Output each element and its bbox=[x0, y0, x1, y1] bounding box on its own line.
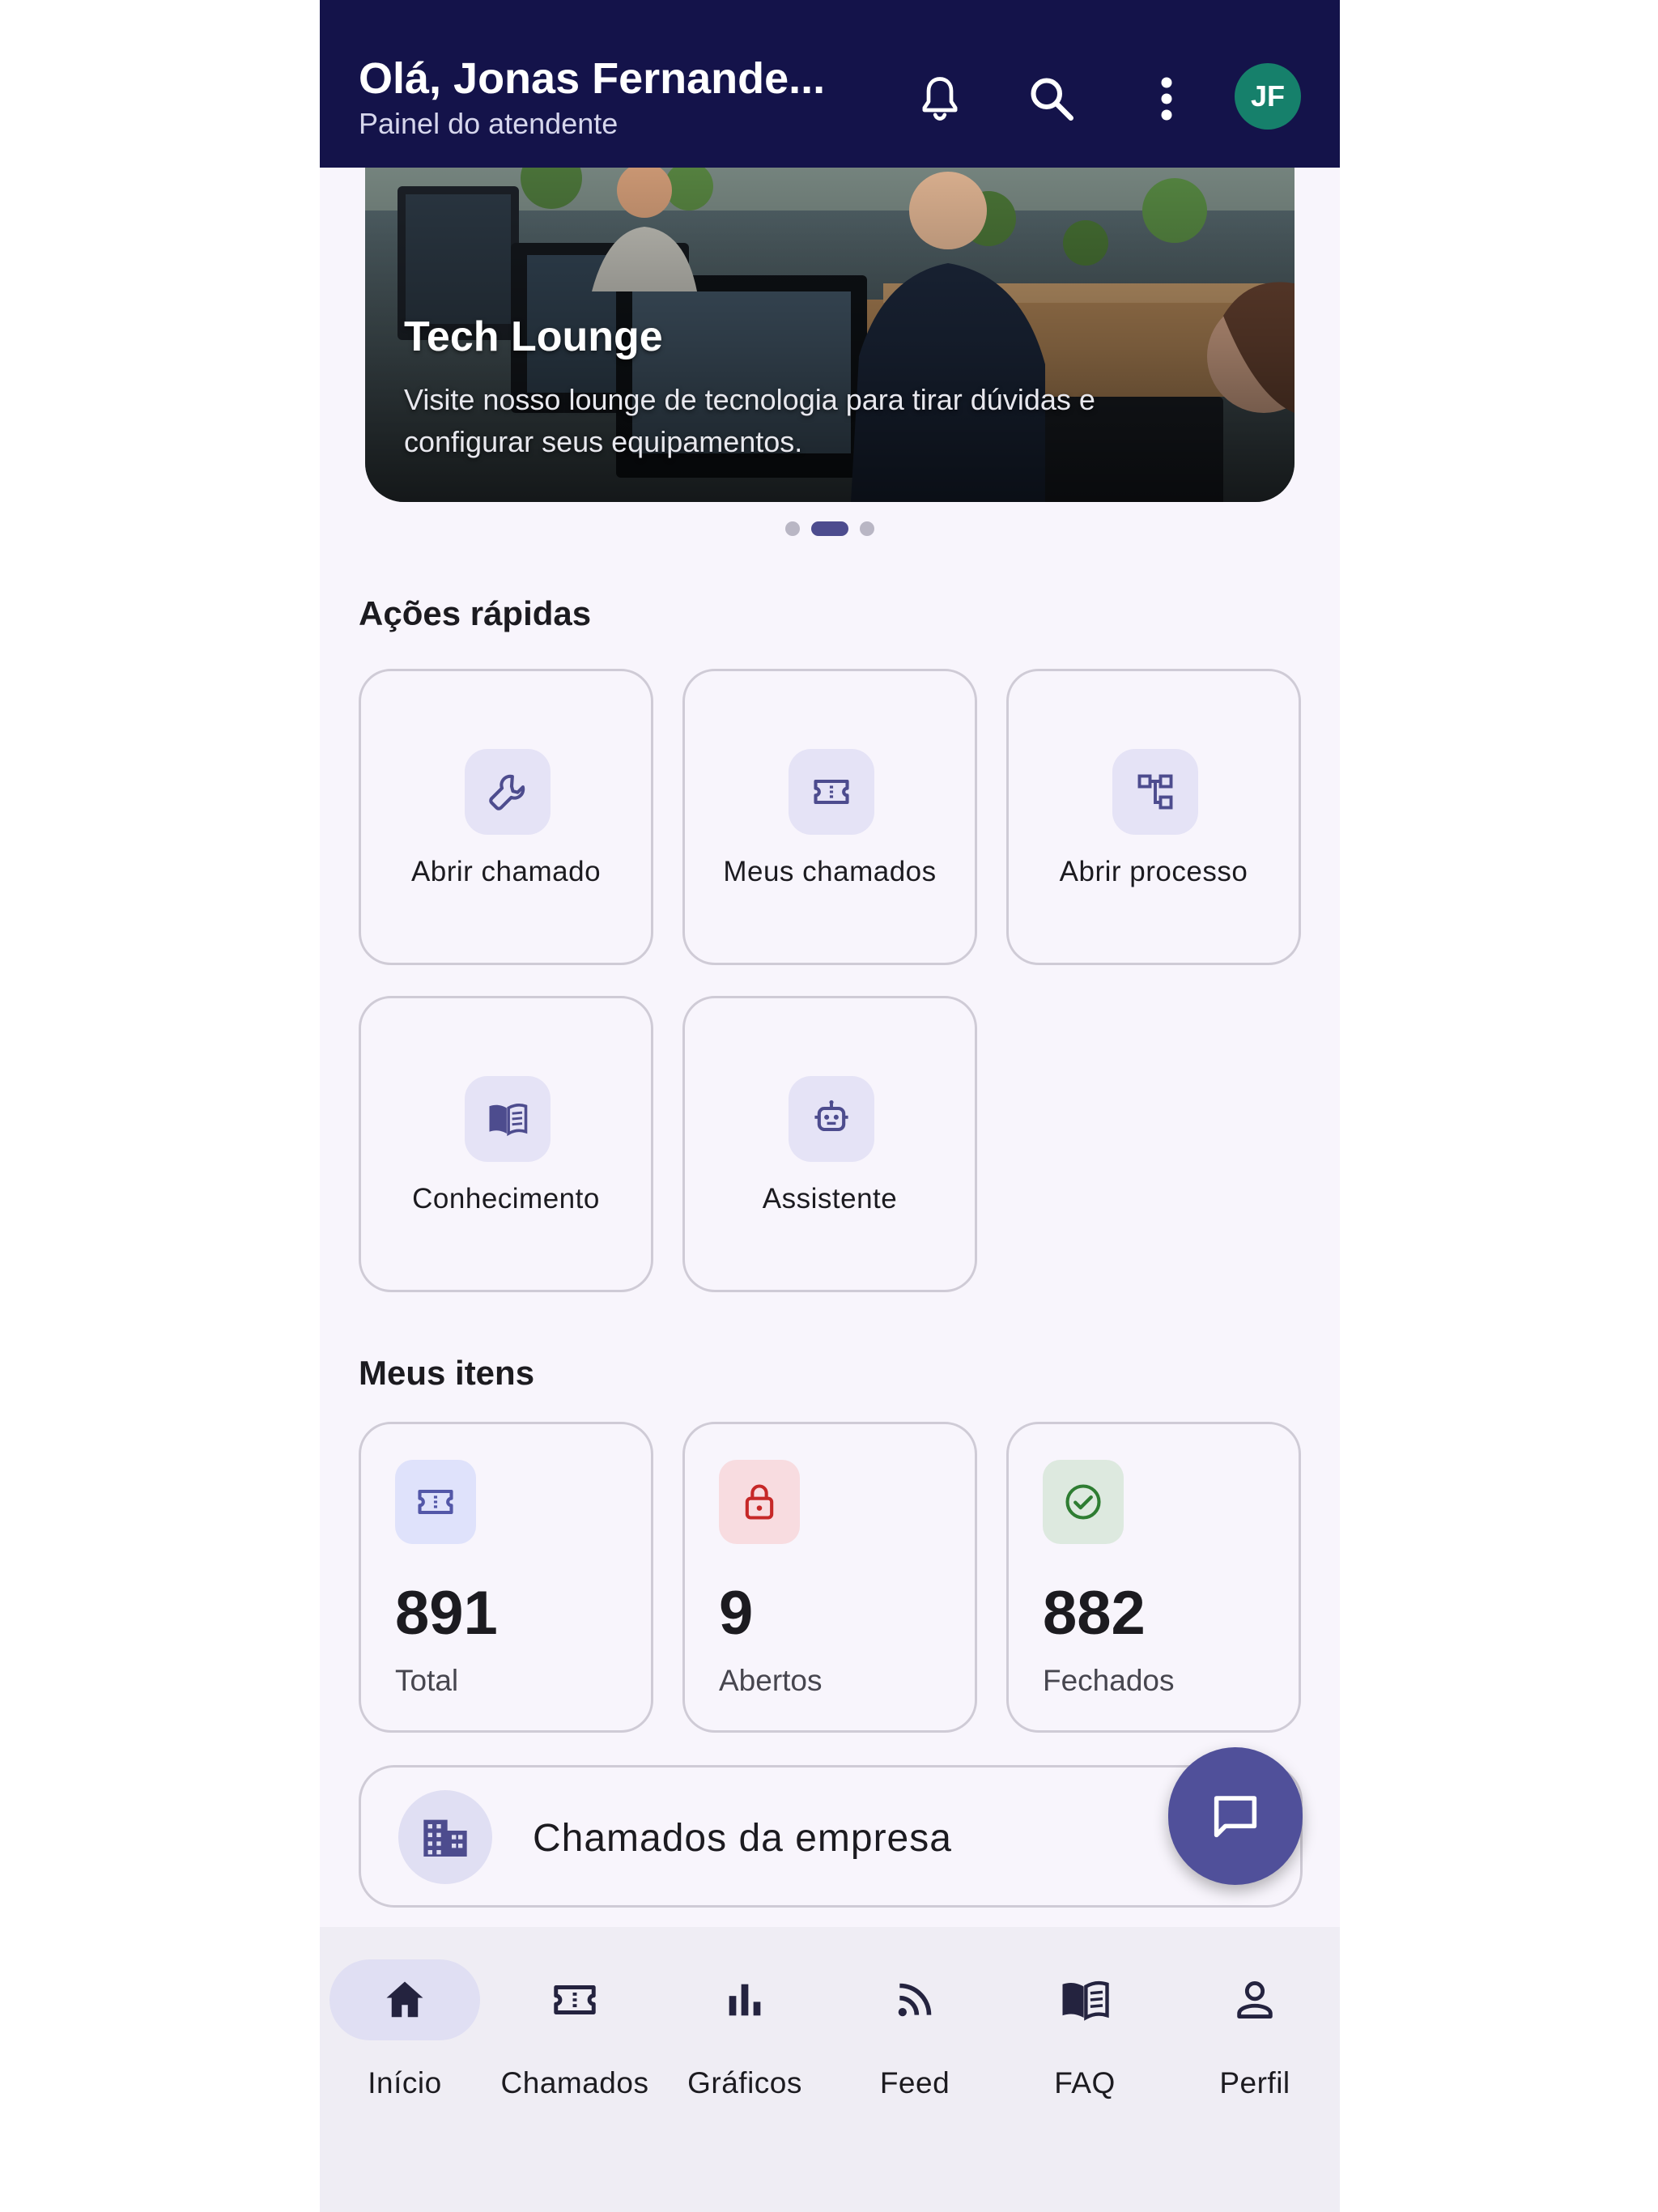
tile-label: Abrir processo bbox=[1059, 856, 1248, 887]
tile-icon-bg bbox=[789, 1076, 874, 1162]
nav-label: FAQ bbox=[1054, 2066, 1116, 2099]
nav-label: Feed bbox=[879, 2066, 950, 2099]
bottom-navigation: Início Chamados Gráficos Feed FAQ Perfil bbox=[320, 1927, 1340, 2212]
nav-item-home[interactable]: Início bbox=[320, 1959, 490, 2121]
workflow-icon bbox=[1137, 774, 1173, 810]
banner-text: Visite nosso lounge de tecnologia para t… bbox=[404, 383, 1095, 458]
knowledge-button[interactable]: Conhecimento bbox=[359, 996, 653, 1292]
lock-open-icon bbox=[745, 1484, 774, 1520]
greeting-subtitle: Painel do atendente bbox=[359, 107, 619, 140]
stat-label: Total bbox=[395, 1664, 459, 1697]
avatar[interactable]: JF bbox=[1235, 63, 1301, 130]
nav-item-profile[interactable]: Perfil bbox=[1170, 1959, 1340, 2121]
more-vert-icon bbox=[1161, 77, 1172, 121]
stat-card-open[interactable]: 9 Abertos bbox=[682, 1422, 977, 1733]
company-icon-bg bbox=[398, 1790, 492, 1884]
my-items-title: Meus itens bbox=[359, 1354, 535, 1392]
stat-icon-bg bbox=[719, 1460, 800, 1544]
tile-label: Assistente bbox=[762, 1183, 898, 1214]
nav-item-charts[interactable]: Gráficos bbox=[660, 1959, 830, 2121]
nav-item-faq[interactable]: FAQ bbox=[1000, 1959, 1170, 2121]
tile-icon-bg bbox=[465, 1076, 551, 1162]
tile-label: Conhecimento bbox=[412, 1183, 600, 1214]
assistant-button[interactable]: Assistente bbox=[682, 996, 977, 1292]
tile-icon-bg bbox=[1112, 749, 1198, 835]
stat-icon-bg bbox=[1043, 1460, 1124, 1544]
stat-card-closed[interactable]: 882 Fechados bbox=[1006, 1422, 1301, 1733]
chat-fab[interactable] bbox=[1168, 1747, 1303, 1885]
stat-value: 891 bbox=[395, 1579, 498, 1648]
nav-label: Gráficos bbox=[687, 2066, 802, 2099]
carousel-dot-active[interactable] bbox=[811, 521, 848, 536]
tile-label: Abrir chamado bbox=[410, 856, 602, 887]
chat-icon bbox=[1214, 1796, 1257, 1838]
banner-card[interactable]: Tech Lounge Visite nosso lounge de tecno… bbox=[365, 154, 1295, 502]
nav-indicator bbox=[329, 1959, 480, 2040]
stat-value: 9 bbox=[719, 1579, 754, 1648]
stat-icon-bg bbox=[395, 1460, 476, 1544]
screen: Olá, Jonas Fernande... Painel do atenden… bbox=[0, 0, 1658, 2212]
nav-item-feed[interactable]: Feed bbox=[830, 1959, 1000, 2121]
nav-indicator bbox=[840, 1959, 990, 2040]
building-icon bbox=[423, 1819, 467, 1857]
book-icon bbox=[1062, 1980, 1109, 2021]
carousel-dot[interactable] bbox=[860, 521, 874, 536]
nav-indicator bbox=[500, 1959, 650, 2040]
notifications-button[interactable] bbox=[908, 66, 972, 131]
company-tickets-label: Chamados da empresa bbox=[533, 1817, 952, 1860]
home-icon bbox=[386, 1981, 423, 2018]
bell-icon bbox=[922, 77, 958, 121]
nav-label: Chamados bbox=[500, 2066, 649, 2099]
bar-chart-icon bbox=[729, 1984, 761, 2016]
tile-label: Meus chamados bbox=[723, 856, 937, 887]
wrench-icon bbox=[489, 774, 525, 810]
nav-indicator bbox=[1180, 1959, 1330, 2040]
tile-icon-bg bbox=[789, 749, 874, 835]
ticket-icon bbox=[418, 1489, 453, 1515]
my-tickets-button[interactable]: Meus chamados bbox=[682, 669, 977, 965]
search-button[interactable] bbox=[1019, 66, 1084, 131]
company-tickets-button[interactable]: Chamados da empresa bbox=[359, 1765, 1303, 1908]
ticket-icon bbox=[554, 1985, 596, 2014]
open-ticket-button[interactable]: Abrir chamado bbox=[359, 669, 653, 965]
more-options-button[interactable] bbox=[1134, 66, 1199, 131]
nav-indicator bbox=[670, 1959, 820, 2040]
app-screen: Olá, Jonas Fernande... Painel do atenden… bbox=[320, 0, 1340, 2212]
nav-label: Início bbox=[368, 2066, 442, 2099]
carousel-dot[interactable] bbox=[785, 521, 800, 536]
ticket-icon bbox=[814, 779, 849, 805]
nav-label: Perfil bbox=[1219, 2066, 1290, 2099]
app-bar: Olá, Jonas Fernande... Painel do atenden… bbox=[320, 0, 1340, 168]
nav-indicator bbox=[1010, 1959, 1160, 2040]
stat-card-total[interactable]: 891 Total bbox=[359, 1422, 653, 1733]
carousel-indicator[interactable] bbox=[320, 521, 1340, 536]
nav-item-tickets[interactable]: Chamados bbox=[490, 1959, 660, 2121]
stat-label: Fechados bbox=[1043, 1664, 1175, 1697]
check-circle-icon bbox=[1065, 1484, 1101, 1520]
stat-label: Abertos bbox=[719, 1664, 823, 1697]
quick-actions-title: Ações rápidas bbox=[359, 594, 592, 632]
open-process-button[interactable]: Abrir processo bbox=[1006, 669, 1301, 965]
book-icon bbox=[489, 1103, 528, 1137]
tile-icon-bg bbox=[465, 749, 551, 835]
search-icon bbox=[1031, 78, 1073, 121]
greeting-title: Olá, Jonas Fernande... bbox=[359, 54, 826, 103]
banner-title: Tech Lounge bbox=[404, 313, 663, 360]
robot-icon bbox=[814, 1100, 848, 1132]
person-icon bbox=[1237, 1981, 1273, 2018]
rss-icon bbox=[898, 1983, 932, 2017]
stat-value: 882 bbox=[1043, 1579, 1146, 1648]
